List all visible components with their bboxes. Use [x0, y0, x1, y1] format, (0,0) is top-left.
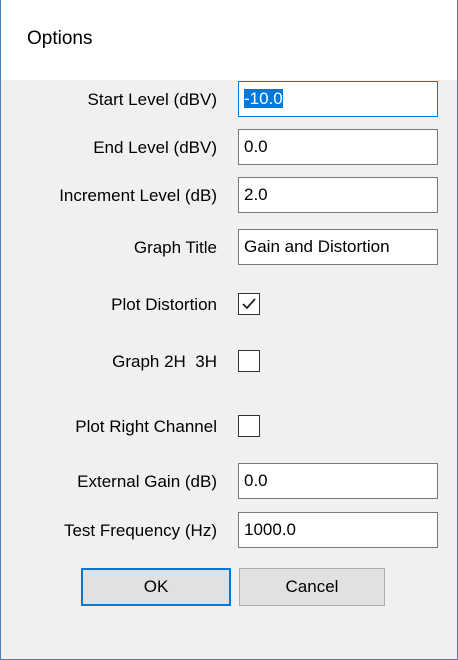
graph-title-value: Gain and Distortion [244, 237, 390, 256]
graph-title-label: Graph Title [133, 238, 217, 257]
end-level-value: 0.0 [244, 137, 268, 156]
window-title: Options [27, 28, 93, 49]
test-frequency-input[interactable]: 1000.0 [238, 512, 438, 548]
external-gain-label: External Gain (dB) [77, 472, 217, 491]
external-gain-input[interactable]: 0.0 [238, 463, 438, 499]
start-level-value: -10.0 [244, 89, 283, 108]
increment-level-label: Increment Level (dB) [59, 186, 217, 205]
plot-right-channel-label: Plot Right Channel [75, 417, 217, 436]
plot-right-channel-checkbox[interactable] [238, 415, 260, 437]
test-frequency-label: Test Frequency (Hz) [63, 521, 217, 540]
ok-button[interactable]: OK [81, 568, 231, 606]
increment-level-input[interactable]: 2.0 [238, 177, 438, 213]
title-bar[interactable]: Options [1, 0, 457, 80]
start-level-label: Start Level (dBV) [87, 90, 217, 109]
graph-2h-3h-label: Graph 2H 3H [112, 352, 217, 371]
test-frequency-value: 1000.0 [244, 520, 296, 539]
plot-distortion-checkbox[interactable] [238, 293, 260, 315]
end-level-input[interactable]: 0.0 [238, 129, 438, 165]
plot-distortion-label: Plot Distortion [111, 295, 217, 314]
external-gain-value: 0.0 [244, 471, 268, 490]
increment-level-value: 2.0 [244, 185, 268, 204]
options-dialog: Options Start Level (dBV) -10.0 End Leve… [0, 0, 458, 660]
end-level-label: End Level (dBV) [93, 138, 217, 157]
cancel-button[interactable]: Cancel [239, 568, 385, 606]
start-level-input[interactable]: -10.0 [238, 81, 438, 117]
graph-title-input[interactable]: Gain and Distortion [238, 229, 438, 265]
check-icon [242, 298, 256, 310]
graph-2h-3h-checkbox[interactable] [238, 350, 260, 372]
